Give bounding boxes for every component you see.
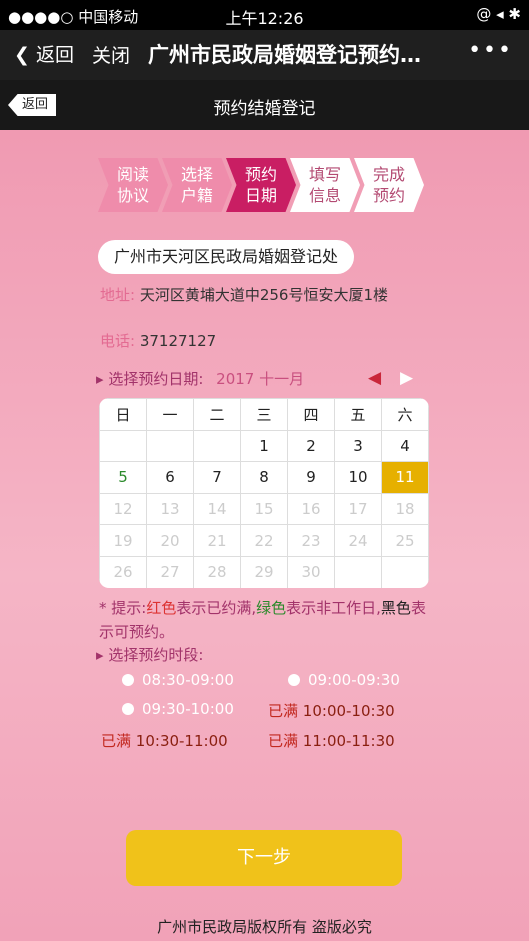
sub-header: 返回 预约结婚登记 [0, 80, 529, 130]
weekday: 日 [99, 398, 147, 431]
time-slot[interactable]: 09:30-10:00 [122, 700, 234, 718]
calendar-day: 19 [99, 524, 147, 557]
calendar-day [99, 429, 147, 463]
calendar-day[interactable]: 3 [334, 429, 382, 463]
calendar-day: 16 [287, 492, 335, 526]
calendar-day [193, 429, 241, 463]
calendar-day: 5 [99, 461, 147, 494]
step-info: 填写 信息 [290, 158, 360, 212]
radio-icon[interactable] [288, 674, 300, 686]
calendar-day: 30 [287, 555, 335, 588]
weekday: 二 [193, 398, 241, 431]
close-button[interactable]: 关闭 [92, 41, 130, 68]
calendar-row: 1 2 3 4 [99, 429, 429, 463]
calendar-day: 14 [193, 492, 241, 526]
legend-tip: * 提示:红色表示已约满,绿色表示非工作日,黑色表示可预约。 [99, 599, 426, 641]
period-label: ▸ 选择预约时段: [96, 646, 204, 664]
calendar-day: 17 [334, 492, 382, 526]
clock: 上午12:26 [225, 9, 304, 28]
calendar-day-selected[interactable]: 11 [381, 461, 429, 494]
step-read: 阅读 协议 [98, 158, 168, 212]
calendar-day: 24 [334, 524, 382, 557]
weekday: 六 [381, 398, 429, 431]
footer-copyright: 广州市民政局版权所有 盗版必究 [157, 918, 372, 936]
time-slot-full: 已满 10:30-11:00 [101, 732, 228, 750]
calendar-day: 28 [193, 555, 241, 588]
weekday: 五 [334, 398, 382, 431]
date-header: ▸ 选择预约日期: 2017 十一月 ◀ ▶ [96, 368, 426, 389]
calendar-row: 26 27 28 29 30 [99, 555, 429, 588]
radio-icon[interactable] [122, 674, 134, 686]
calendar-day[interactable]: 1 [240, 429, 288, 463]
date-label: ▸ 选择预约日期: [96, 370, 204, 388]
calendar-day: 29 [240, 555, 288, 588]
next-step-button[interactable]: 下一步 [126, 830, 402, 886]
calendar-weekdays: 日 一 二 三 四 五 六 [99, 398, 429, 431]
calendar-day: 21 [193, 524, 241, 557]
calendar-day: 26 [99, 555, 147, 588]
calendar-day[interactable]: 4 [381, 429, 429, 463]
sub-title: 预约结婚登记 [213, 99, 316, 119]
radio-icon[interactable] [122, 703, 134, 715]
calendar: 日 一 二 三 四 五 六 1 2 3 4 5 6 7 8 9 10 11 12… [99, 398, 429, 588]
prev-month-icon[interactable]: ◀ [368, 368, 381, 388]
weekday: 一 [146, 398, 194, 431]
calendar-day [146, 429, 194, 463]
calendar-day[interactable]: 8 [240, 461, 288, 494]
calendar-row: 19 20 21 22 23 24 25 [99, 524, 429, 557]
step-done: 完成 预约 [354, 158, 424, 212]
next-month-icon[interactable]: ▶ [400, 368, 413, 388]
calendar-row: 12 13 14 15 16 17 18 [99, 492, 429, 526]
nav-bar: ❮ 返回 关闭 广州市民政局婚姻登记预约… ••• [0, 30, 529, 80]
calendar-day: 13 [146, 492, 194, 526]
calendar-day[interactable]: 6 [146, 461, 194, 494]
weekday: 四 [287, 398, 335, 431]
calendar-day[interactable]: 2 [287, 429, 335, 463]
calendar-day: 15 [240, 492, 288, 526]
calendar-day[interactable]: 9 [287, 461, 335, 494]
calendar-day: 22 [240, 524, 288, 557]
more-icon[interactable]: ••• [468, 38, 513, 63]
calendar-day: 12 [99, 492, 147, 526]
step-date: 预约 日期 [226, 158, 296, 212]
month-label: 2017 十一月 [216, 370, 305, 388]
calendar-day: 25 [381, 524, 429, 557]
calendar-day: 20 [146, 524, 194, 557]
calendar-day: 23 [287, 524, 335, 557]
progress-steps: 阅读 协议 选择 户籍 预约 日期 填写 信息 完成 预约 [98, 158, 428, 212]
step-huji: 选择 户籍 [162, 158, 232, 212]
office-name: 广州市天河区民政局婚姻登记处 [98, 240, 355, 274]
calendar-day[interactable]: 7 [193, 461, 241, 494]
time-slot-full: 已满 10:00-10:30 [268, 702, 395, 720]
office-phone: 电话: 37127127 [100, 332, 217, 350]
calendar-day: 18 [381, 492, 429, 526]
calendar-day: 27 [146, 555, 194, 588]
time-slot[interactable]: 08:30-09:00 [122, 671, 234, 689]
status-icons: @ ◂ ✱ [476, 5, 521, 23]
status-bar: ●●●●○ 中国移动 上午12:26 @ ◂ ✱ [0, 0, 529, 30]
calendar-day [381, 555, 429, 588]
time-slot[interactable]: 09:00-09:30 [288, 671, 400, 689]
calendar-row: 5 6 7 8 9 10 11 [99, 461, 429, 494]
office-address: 地址: 天河区黄埔大道中256号恒安大厦1楼 [100, 286, 389, 304]
time-slot-full: 已满 11:00-11:30 [268, 732, 395, 750]
back-button[interactable]: ❮ 返回 [14, 40, 74, 67]
weekday: 三 [240, 398, 288, 431]
calendar-day[interactable]: 10 [334, 461, 382, 494]
main-content: 阅读 协议 选择 户籍 预约 日期 填写 信息 完成 预约 广州市天河区民政局婚姻登记处 … [0, 130, 529, 941]
chevron-left-icon: ❮ [14, 44, 30, 66]
page-title: 广州市民政局婚姻登记预约… [148, 43, 421, 67]
calendar-day [334, 555, 382, 588]
